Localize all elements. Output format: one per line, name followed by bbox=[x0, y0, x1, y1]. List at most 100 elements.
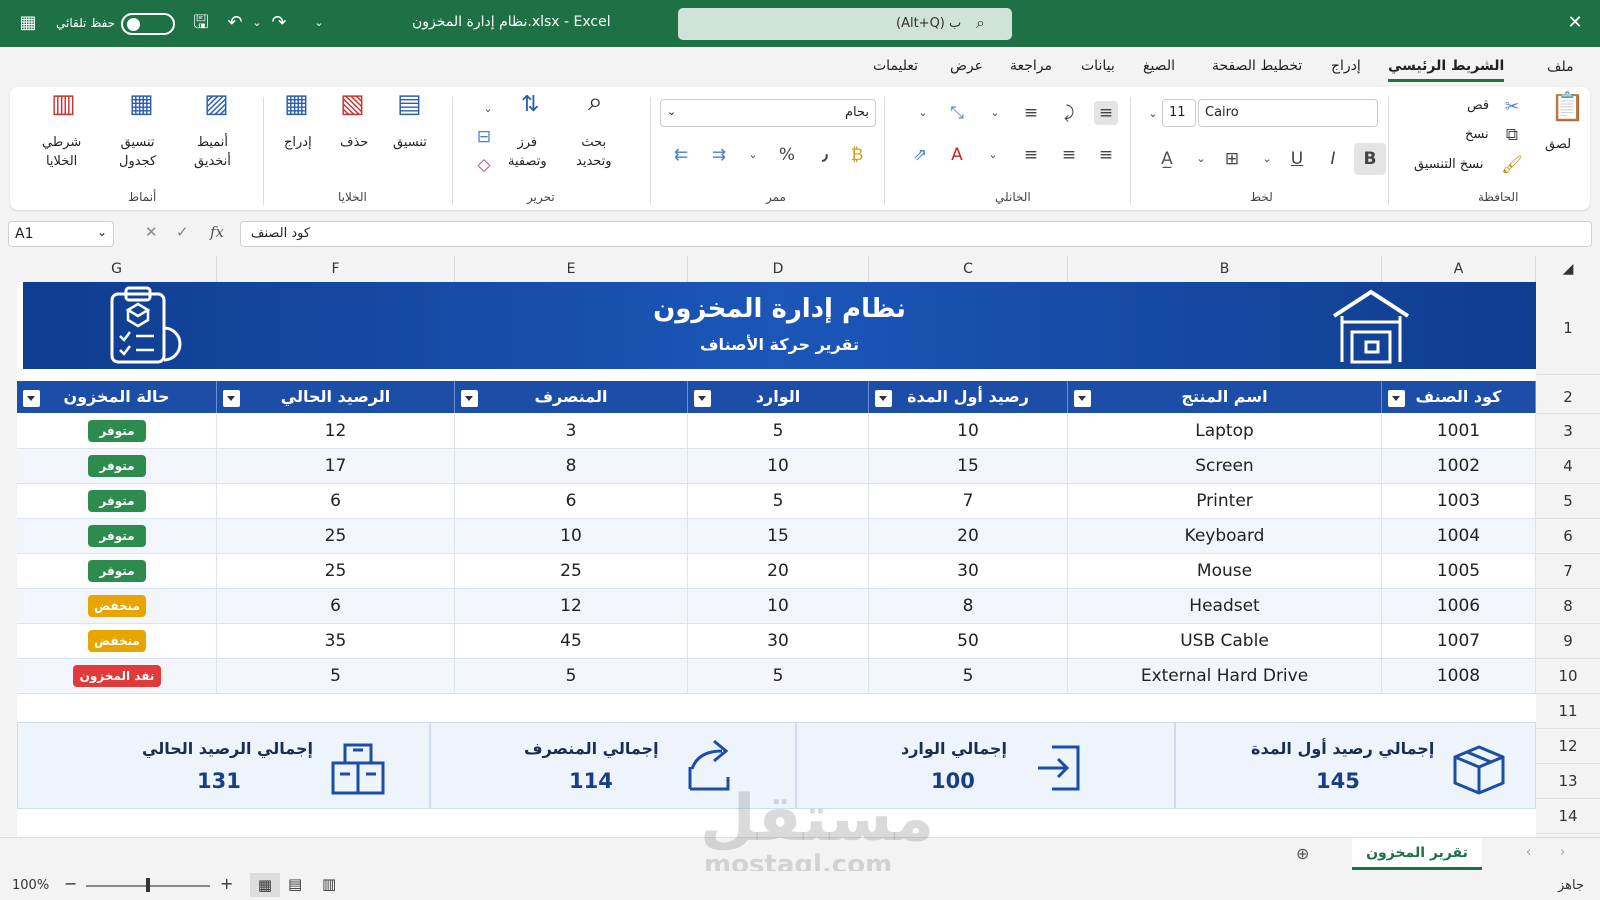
filter-dropdown-icon[interactable] bbox=[694, 390, 711, 407]
cell-incoming[interactable]: 20 bbox=[688, 554, 869, 589]
next-sheet-icon[interactable]: › bbox=[1560, 845, 1565, 860]
cell-item-code[interactable]: 1005 bbox=[1382, 554, 1536, 589]
italic-button[interactable]: I bbox=[1321, 147, 1345, 171]
cell-opening-balance[interactable]: 50 bbox=[869, 624, 1068, 659]
cell-item-code[interactable]: 1001 bbox=[1382, 414, 1536, 449]
cell-current-balance[interactable]: 17 bbox=[217, 449, 455, 484]
cell-product-name[interactable]: Headset bbox=[1068, 589, 1382, 624]
chevron-down-icon[interactable]: ⌄ bbox=[1189, 147, 1213, 171]
zoom-in-icon[interactable]: + bbox=[220, 874, 233, 893]
row-header[interactable]: 3 bbox=[1536, 414, 1600, 449]
conditional-formatting-icon[interactable]: ▥ bbox=[51, 91, 76, 117]
cell-styles-button[interactable]: أنميط أنخديق bbox=[194, 133, 231, 171]
cell-current-balance[interactable]: 12 bbox=[217, 414, 455, 449]
orientation-icon[interactable]: ⤡ bbox=[945, 101, 969, 125]
cell-stock-status[interactable]: متوفر bbox=[17, 484, 217, 519]
align-top-icon[interactable]: ≡ bbox=[1094, 101, 1118, 125]
tab-view[interactable]: عرض bbox=[950, 58, 983, 74]
column-header-f[interactable]: F bbox=[217, 256, 455, 282]
cell-outgoing[interactable]: 10 bbox=[455, 519, 688, 554]
cell-opening-balance[interactable]: 10 bbox=[869, 414, 1068, 449]
cell-current-balance[interactable]: 6 bbox=[217, 589, 455, 624]
cut-icon[interactable]: ✂ bbox=[1500, 95, 1524, 119]
cell-opening-balance[interactable]: 20 bbox=[869, 519, 1068, 554]
bold-button[interactable]: B bbox=[1354, 143, 1386, 175]
filter-dropdown-icon[interactable] bbox=[23, 390, 40, 407]
row-header[interactable]: 5 bbox=[1536, 484, 1600, 519]
align-right-icon[interactable]: ≡ bbox=[1094, 143, 1118, 167]
align-center-icon[interactable]: ≡ bbox=[1057, 143, 1081, 167]
chevron-down-icon[interactable]: ⌄ bbox=[1141, 102, 1165, 126]
row-header[interactable]: 13 bbox=[1536, 764, 1600, 799]
cell-opening-balance[interactable]: 15 bbox=[869, 449, 1068, 484]
cell-opening-balance[interactable]: 7 bbox=[869, 484, 1068, 519]
sheet-tab-inventory[interactable]: تقرير المخزون bbox=[1352, 838, 1482, 870]
filter-dropdown-icon[interactable] bbox=[1388, 390, 1405, 407]
tab-home[interactable]: الشريط الرئيسي bbox=[1388, 58, 1505, 82]
cell-outgoing[interactable]: 5 bbox=[455, 659, 688, 694]
row-header[interactable]: 6 bbox=[1536, 519, 1600, 554]
clear-icon[interactable]: ◇ bbox=[472, 153, 496, 177]
tab-formulas[interactable]: الصيغ bbox=[1143, 58, 1175, 74]
cell-product-name[interactable]: USB Cable bbox=[1068, 624, 1382, 659]
paste-icon[interactable]: 📋 bbox=[1550, 93, 1585, 121]
name-box[interactable]: A1 ⌄ bbox=[8, 221, 114, 247]
zoom-level[interactable]: 100% bbox=[12, 878, 49, 893]
tab-help[interactable]: تعليمات bbox=[873, 58, 918, 74]
chevron-down-icon[interactable]: ⌄ bbox=[981, 143, 1005, 167]
cell-stock-status[interactable]: منخفض bbox=[17, 589, 217, 624]
copy-icon[interactable]: ⧉ bbox=[1500, 123, 1524, 147]
cell-stock-status[interactable]: نفد المخزون bbox=[17, 659, 217, 694]
column-header-b[interactable]: B bbox=[1068, 256, 1382, 282]
paste-button[interactable]: لصق bbox=[1545, 135, 1571, 154]
wrap-text-icon[interactable]: ⤸ bbox=[1057, 101, 1081, 125]
cell-incoming[interactable]: 5 bbox=[688, 484, 869, 519]
row-header[interactable]: 12 bbox=[1536, 729, 1600, 764]
format-as-table-button[interactable]: تنسيق كجدول bbox=[119, 133, 156, 171]
page-break-view-icon[interactable]: ▥ bbox=[322, 875, 336, 893]
redo-icon[interactable]: ↷ bbox=[266, 11, 292, 35]
delete-cells-icon[interactable]: ▧ bbox=[340, 91, 365, 117]
cell-product-name[interactable]: External Hard Drive bbox=[1068, 659, 1382, 694]
decrease-decimal-icon[interactable]: ⇉ bbox=[707, 143, 731, 167]
font-color-icon[interactable]: A bbox=[945, 143, 969, 167]
column-header-a[interactable]: A bbox=[1382, 256, 1536, 282]
cell-item-code[interactable]: 1007 bbox=[1382, 624, 1536, 659]
sort-filter-icon[interactable]: ⇅ bbox=[521, 94, 539, 116]
cell-outgoing[interactable]: 8 bbox=[455, 449, 688, 484]
cell-outgoing[interactable]: 3 bbox=[455, 414, 688, 449]
cell-product-name[interactable]: Keyboard bbox=[1068, 519, 1382, 554]
prev-sheet-icon[interactable]: ‹ bbox=[1526, 845, 1531, 860]
text-direction-icon[interactable]: ⇗ bbox=[908, 143, 932, 167]
cell-item-code[interactable]: 1006 bbox=[1382, 589, 1536, 624]
chevron-down-icon[interactable]: ⌄ bbox=[476, 97, 500, 121]
conditional-formatting-button[interactable]: شرطي الخلايا bbox=[42, 133, 81, 171]
chevron-down-icon[interactable]: ⌄ bbox=[911, 101, 935, 125]
sort-filter-button[interactable]: فرز وتصفية bbox=[508, 133, 547, 171]
font-size-combo[interactable]: 11 bbox=[1162, 99, 1196, 127]
chevron-down-icon[interactable]: ⌄ bbox=[1255, 147, 1279, 171]
column-header-d[interactable]: D bbox=[688, 256, 869, 282]
tab-insert[interactable]: إدراج bbox=[1331, 58, 1361, 74]
cell-product-name[interactable]: Screen bbox=[1068, 449, 1382, 484]
cell-product-name[interactable]: Laptop bbox=[1068, 414, 1382, 449]
cut-button[interactable]: قص bbox=[1467, 98, 1489, 113]
align-left-icon[interactable]: ≡ bbox=[1019, 143, 1043, 167]
cell-current-balance[interactable]: 25 bbox=[217, 554, 455, 589]
add-sheet-icon[interactable]: ⊕ bbox=[1296, 844, 1309, 863]
filter-dropdown-icon[interactable] bbox=[461, 390, 478, 407]
find-select-button[interactable]: بحث وتحديد bbox=[576, 133, 612, 171]
cell-stock-status[interactable]: منخفض bbox=[17, 624, 217, 659]
row-header[interactable]: 2 bbox=[1536, 381, 1600, 414]
row-header[interactable]: 10 bbox=[1536, 659, 1600, 694]
cell-stock-status[interactable]: متوفر bbox=[17, 519, 217, 554]
accounting-icon[interactable]: ₿ bbox=[845, 143, 869, 167]
autosave-toggle[interactable] bbox=[121, 13, 175, 35]
row-header[interactable]: 14 bbox=[1536, 799, 1600, 834]
cell-current-balance[interactable]: 6 bbox=[217, 484, 455, 519]
cell-stock-status[interactable]: متوفر bbox=[17, 554, 217, 589]
cell-incoming[interactable]: 15 bbox=[688, 519, 869, 554]
filter-dropdown-icon[interactable] bbox=[875, 390, 892, 407]
excel-sheet-icon[interactable]: ▦ bbox=[15, 11, 41, 35]
tab-data[interactable]: بيانات bbox=[1081, 58, 1115, 74]
